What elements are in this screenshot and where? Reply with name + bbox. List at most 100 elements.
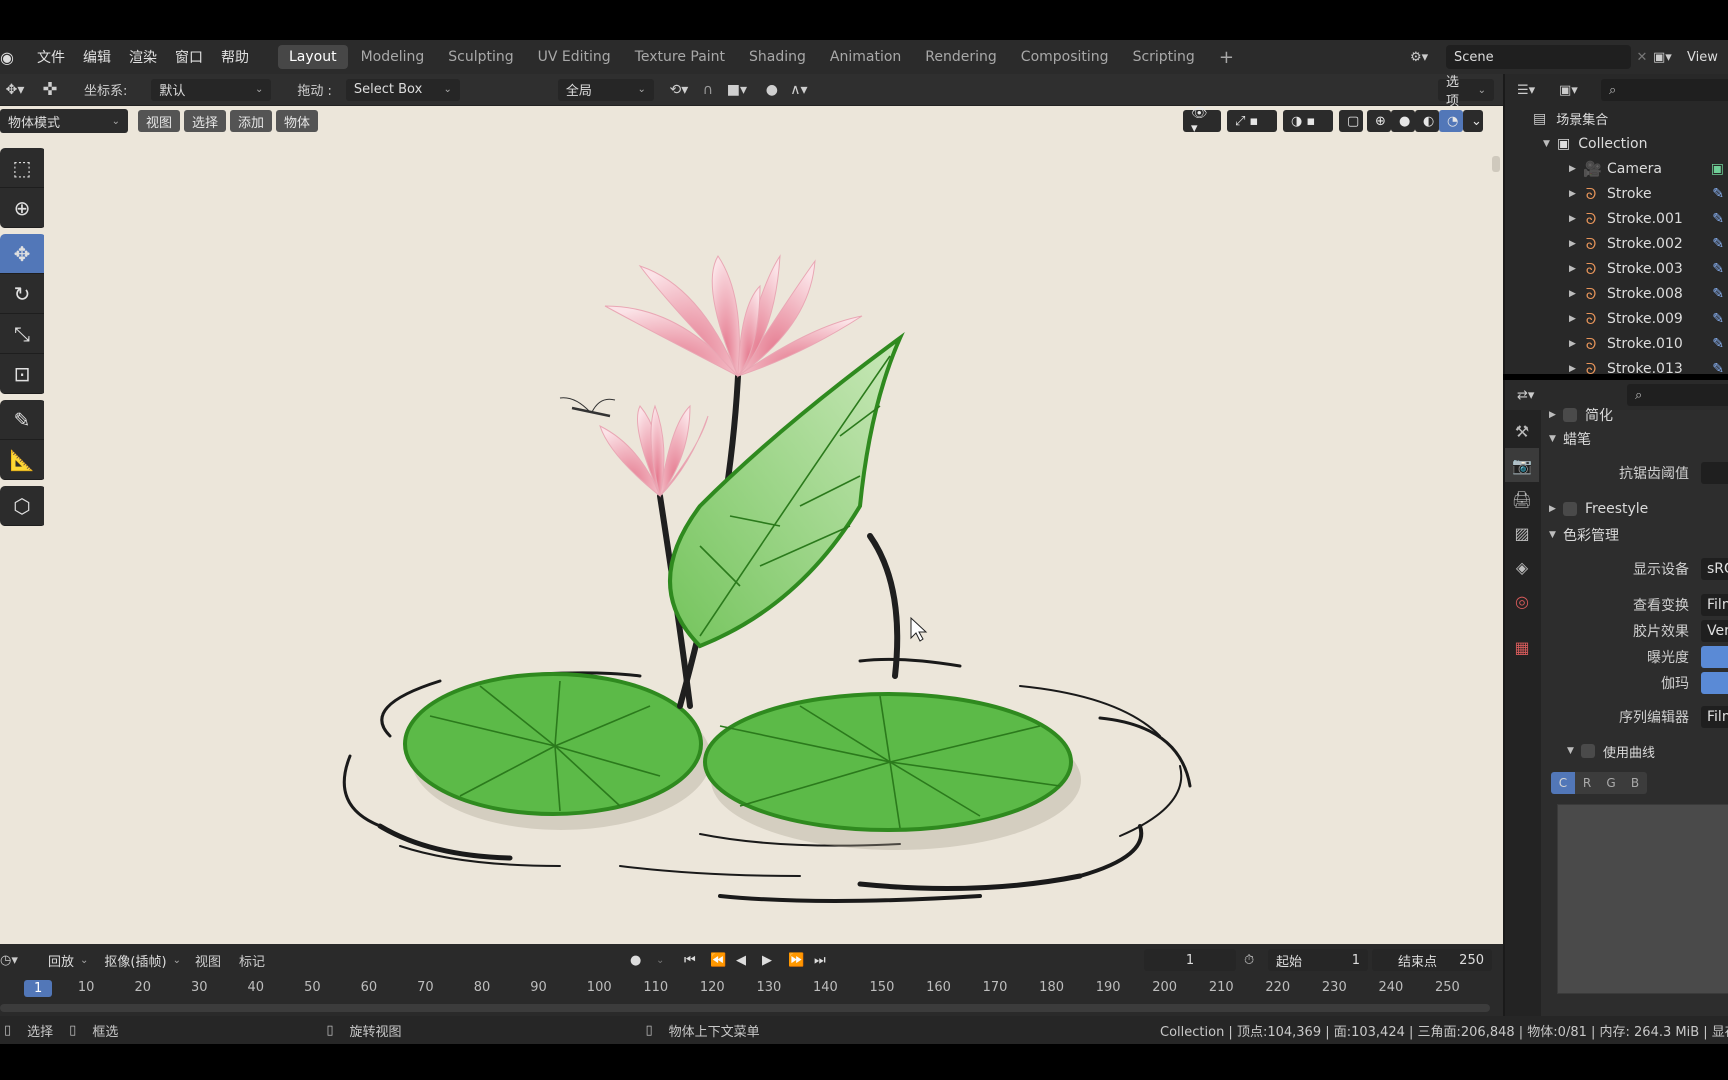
drag-dropdown[interactable]: Select Box ⌄	[345, 78, 460, 101]
tab-animation[interactable]: Animation	[819, 45, 912, 69]
tab-modeling[interactable]: Modeling	[350, 45, 436, 69]
curve-channel-g[interactable]: G	[1599, 772, 1623, 794]
blender-logo-icon[interactable]: ◉	[0, 48, 20, 67]
outliner-object-row[interactable]: ▶ ᘐ Stroke.008 ✎	[1505, 281, 1728, 306]
tab-shading[interactable]: Shading	[738, 45, 817, 69]
tab-compositing[interactable]: Compositing	[1010, 45, 1120, 69]
view-transform-field[interactable]: Filmic	[1701, 594, 1728, 616]
outliner-collection[interactable]: ▼ ▣ Collection	[1505, 131, 1728, 156]
pivot-icon[interactable]: ⟲▾	[662, 79, 696, 101]
section-use-curves[interactable]: ▼ 使用曲线	[1541, 738, 1728, 764]
tab-sculpting[interactable]: Sculpting	[437, 45, 524, 69]
expand-icon[interactable]: ▶	[1569, 239, 1583, 249]
expand-icon[interactable]: ▶	[1569, 364, 1583, 374]
expand-icon[interactable]: ▶	[1569, 189, 1583, 199]
simplify-checkbox[interactable]	[1563, 408, 1577, 422]
scene-collection-icon: ▤	[1533, 110, 1547, 127]
curve-channel-r[interactable]: R	[1575, 772, 1599, 794]
section-simplify[interactable]: ▶ 简化	[1541, 404, 1728, 426]
falloff-icon[interactable]: ∧▾	[784, 79, 814, 101]
properties-search-input[interactable]: ⌕	[1627, 384, 1728, 406]
view-layer-name[interactable]: View	[1687, 50, 1718, 65]
menu-render[interactable]: 渲染	[120, 47, 166, 67]
output-tab-icon[interactable]: 🖨	[1505, 482, 1539, 516]
current-frame-indicator[interactable]: 1	[24, 980, 53, 997]
outliner-object-row[interactable]: ▶ ᘐ Stroke.010 ✎	[1505, 331, 1728, 356]
outliner-object-row[interactable]: ▶ 🎥 Camera ▣	[1505, 156, 1728, 181]
expand-icon[interactable]: ▶	[1569, 289, 1583, 299]
close-icon[interactable]: ✕	[1631, 50, 1653, 65]
scene-icon[interactable]: ⚙▾	[1410, 50, 1446, 65]
scene-tab-icon[interactable]: ◈	[1505, 550, 1539, 584]
modifier-icon[interactable]: ✎	[1712, 361, 1724, 377]
camera-data-icon[interactable]: ▣	[1711, 161, 1724, 177]
freestyle-checkbox[interactable]	[1563, 502, 1577, 516]
3d-viewport[interactable]: 物体模式 ⌄ 视图 选择 添加 物体 👁▾ ⤢ ▪ ◑ ▪ ▢ ⊕ ● ◐ ◔ ⌄…	[0, 106, 1503, 944]
section-grease-pencil[interactable]: ▼ 蜡笔	[1541, 426, 1728, 452]
menu-window[interactable]: 窗口	[166, 47, 212, 67]
expand-icon[interactable]: ▶	[1569, 214, 1583, 224]
display-device-field[interactable]: sRGB	[1701, 558, 1728, 580]
outliner-object-row[interactable]: ▶ ᘐ Stroke.009 ✎	[1505, 306, 1728, 331]
expand-icon[interactable]: ▼	[1543, 139, 1557, 149]
editor-type-icon[interactable]: ✥▾	[0, 79, 30, 101]
outliner-object-row[interactable]: ▶ ᘐ Stroke.001 ✎	[1505, 206, 1728, 231]
curve-channel-b[interactable]: B	[1623, 772, 1647, 794]
expand-icon[interactable]: ▶	[1569, 339, 1583, 349]
outliner-scene-collection[interactable]: ▤ 场景集合	[1505, 106, 1728, 131]
view-layer-icon[interactable]: ▣▾	[1653, 50, 1687, 65]
expand-icon[interactable]: ▶	[1569, 314, 1583, 324]
snap-target-icon[interactable]: ■▾	[720, 79, 754, 101]
outliner-object-row[interactable]: ▶ ᘐ Stroke.002 ✎	[1505, 231, 1728, 256]
menu-file[interactable]: 文件	[28, 47, 74, 67]
curve-channel-c[interactable]: C	[1551, 772, 1575, 794]
timeline-scrollbar[interactable]	[0, 1004, 1490, 1012]
modifier-icon[interactable]: ✎	[1712, 236, 1724, 252]
aa-threshold-field[interactable]	[1701, 462, 1728, 484]
snap-icon[interactable]: ∩	[696, 79, 720, 101]
proportional-icon[interactable]: ●	[760, 79, 784, 101]
scene-selector[interactable]: Scene	[1446, 45, 1631, 69]
outliner-filter-icon[interactable]: ▣▾	[1559, 83, 1601, 98]
tab-layout[interactable]: Layout	[278, 45, 348, 69]
modifier-icon[interactable]: ✎	[1712, 336, 1724, 352]
modifier-icon[interactable]: ✎	[1712, 261, 1724, 277]
curve-editor[interactable]	[1557, 804, 1728, 994]
properties-editor-icon[interactable]: ⇄▾	[1517, 388, 1627, 403]
move-tool-icon[interactable]: ✜	[30, 79, 70, 101]
section-freestyle[interactable]: ▶ Freestyle	[1541, 496, 1728, 522]
add-workspace-button[interactable]: +	[1208, 43, 1245, 72]
transform-orientation-dropdown[interactable]: 全局 ⌄	[557, 78, 654, 101]
modifier-icon[interactable]: ✎	[1712, 211, 1724, 227]
look-field[interactable]: Very	[1701, 620, 1728, 642]
frame-ruler[interactable]: 1 10 20 30 40 50 60 70 80 90 100 110 120 130 140 150 160…	[0, 944, 1503, 1004]
menu-edit[interactable]: 编辑	[74, 47, 120, 67]
expand-icon[interactable]: ▶	[1569, 264, 1583, 274]
tab-texture-paint[interactable]: Texture Paint	[624, 45, 736, 69]
sequencer-field[interactable]: Filmic	[1701, 706, 1728, 728]
modifier-icon[interactable]: ✎	[1712, 286, 1724, 302]
exposure-slider[interactable]	[1701, 646, 1728, 668]
gamma-slider[interactable]	[1701, 672, 1728, 694]
outliner-object-row[interactable]: ▶ ᘐ Stroke.003 ✎	[1505, 256, 1728, 281]
expand-icon[interactable]: ▶	[1569, 164, 1583, 174]
menu-help[interactable]: 帮助	[212, 47, 258, 67]
coord-system-dropdown[interactable]: 默认 ⌄	[151, 78, 272, 101]
world-tab-icon[interactable]: ◎	[1505, 584, 1539, 618]
outliner-search-input[interactable]: ⌕	[1601, 79, 1728, 101]
tab-rendering[interactable]: Rendering	[914, 45, 1008, 69]
tab-uv-editing[interactable]: UV Editing	[527, 45, 622, 69]
section-color-management[interactable]: ▼ 色彩管理	[1541, 522, 1728, 548]
texture-tab-icon[interactable]: ▦	[1505, 630, 1539, 664]
outliner-object-row[interactable]: ▶ ᘐ Stroke.013 ✎	[1505, 356, 1728, 381]
use-curves-checkbox[interactable]	[1581, 744, 1595, 758]
options-dropdown[interactable]: 选项 ⌄	[1438, 75, 1494, 109]
tab-scripting[interactable]: Scripting	[1122, 45, 1206, 69]
render-tab-icon[interactable]: 📷	[1505, 448, 1539, 482]
outliner-display-mode-icon[interactable]: ☰▾	[1517, 83, 1559, 98]
modifier-icon[interactable]: ✎	[1712, 186, 1724, 202]
outliner-object-row[interactable]: ▶ ᘐ Stroke ✎	[1505, 181, 1728, 206]
modifier-icon[interactable]: ✎	[1712, 311, 1724, 327]
tool-tab-icon[interactable]: ⚒	[1505, 414, 1539, 448]
view-layer-tab-icon[interactable]: ▨	[1505, 516, 1539, 550]
